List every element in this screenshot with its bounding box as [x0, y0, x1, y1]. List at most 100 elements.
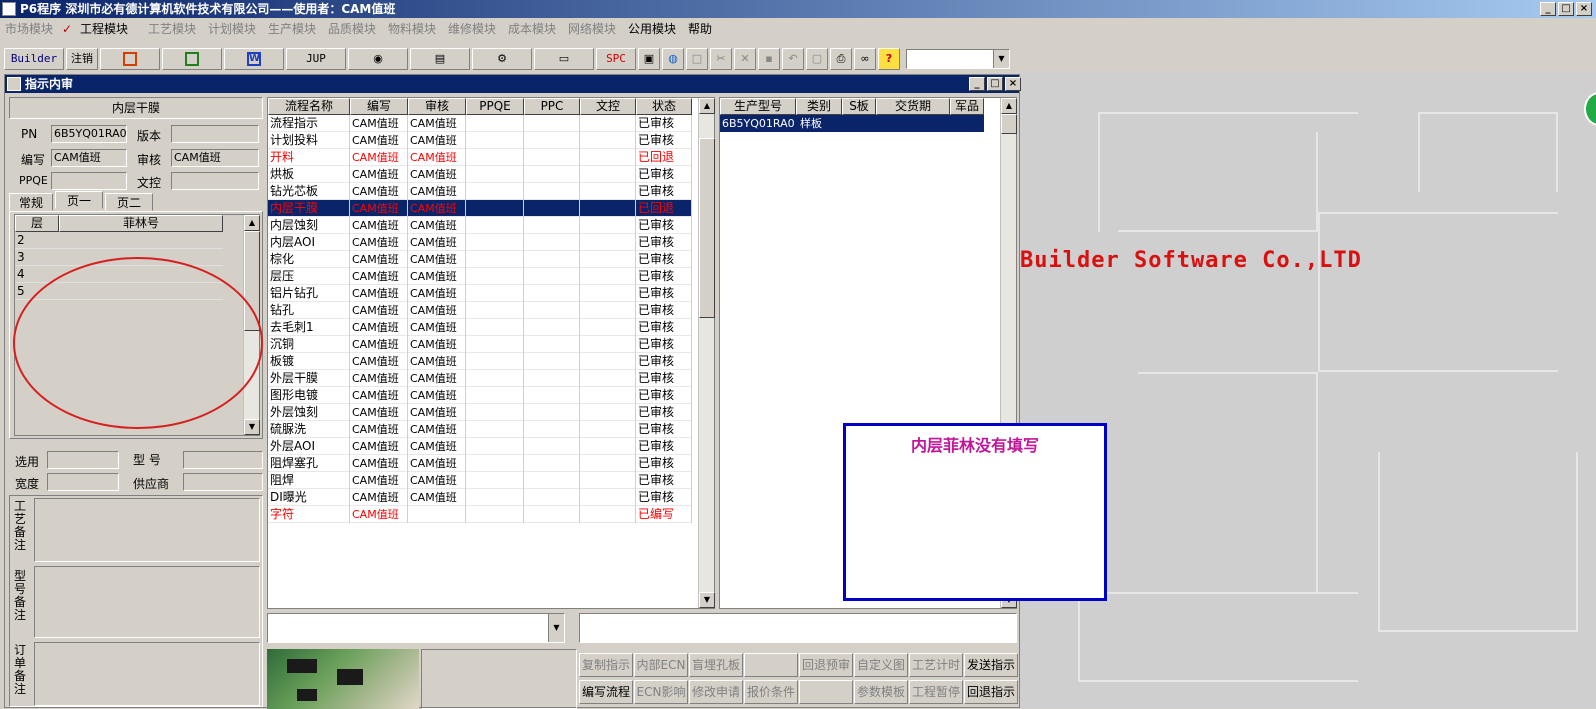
menu-item-plan[interactable]: 计划模块	[208, 18, 256, 40]
cube-button[interactable]: ▣	[638, 48, 660, 70]
flow-row[interactable]: 计划投料 CAM值班 CAM值班 已审核	[268, 132, 692, 149]
remark-input[interactable]	[579, 613, 1017, 643]
editor-field[interactable]: CAM值班	[51, 149, 127, 167]
film-number-header[interactable]: 菲林号	[59, 215, 223, 232]
excel-button[interactable]	[162, 48, 222, 70]
editor-header[interactable]: 编写	[350, 98, 408, 115]
flow-row[interactable]: 沉铜 CAM值班 CAM值班 已审核	[268, 336, 692, 353]
reviewer-field[interactable]: CAM值班	[171, 149, 259, 167]
flow-row[interactable]: 内层AOI CAM值班 CAM值班 已审核	[268, 234, 692, 251]
remark-dropdown[interactable]: ▼	[267, 613, 565, 643]
new-button[interactable]: □	[686, 48, 708, 70]
ppqe-header[interactable]: PPQE	[466, 98, 524, 115]
tools-button[interactable]: ⚙	[472, 48, 532, 70]
flow-row[interactable]: 钻孔 CAM值班 CAM值班 已审核	[268, 302, 692, 319]
scroll-thumb[interactable]	[1001, 114, 1017, 134]
order-note-field[interactable]	[34, 642, 260, 706]
function-button[interactable]: 工艺计时	[909, 653, 963, 677]
doc-control-header[interactable]: 文控	[580, 98, 636, 115]
powerpoint-button[interactable]	[100, 48, 160, 70]
function-button[interactable]: 复制指示	[579, 653, 633, 677]
function-button[interactable]: 内部ECN	[634, 653, 688, 677]
help-button[interactable]: ?	[878, 48, 900, 70]
flow-row[interactable]: 字符 CAM值班 已编写	[268, 506, 692, 523]
menu-item-help[interactable]: 帮助	[688, 18, 712, 40]
flow-row[interactable]: 板镀 CAM值班 CAM值班 已审核	[268, 353, 692, 370]
menu-item-material[interactable]: 物料模块	[388, 18, 436, 40]
tab-page-one[interactable]: 页一	[55, 191, 103, 209]
flow-row[interactable]: 开料 CAM值班 CAM值班 已回退	[268, 149, 692, 166]
menu-item-maintenance[interactable]: 维修模块	[448, 18, 496, 40]
database-button[interactable]: ▤	[410, 48, 470, 70]
scroll-up-button[interactable]: ▲	[1001, 98, 1017, 114]
function-button[interactable]: 自定义图	[854, 653, 908, 677]
internet-button[interactable]: ◍	[662, 48, 684, 70]
pn-field[interactable]: 6B5YQ01RA0	[51, 125, 127, 143]
menu-item-production[interactable]: 生产模块	[268, 18, 316, 40]
reviewer-header[interactable]: 审核	[408, 98, 466, 115]
minimize-button[interactable]: _	[1540, 2, 1556, 16]
chevron-down-icon[interactable]: ▼	[548, 614, 564, 642]
tab-general[interactable]: 常规	[9, 193, 53, 211]
flow-row[interactable]: 外层蚀刻 CAM值班 CAM值班 已审核	[268, 404, 692, 421]
function-button[interactable]: 参数模板	[854, 680, 908, 704]
flow-row[interactable]: 棕化 CAM值班 CAM值班 已审核	[268, 251, 692, 268]
due-date-header[interactable]: 交货期	[876, 98, 950, 115]
scroll-up-button[interactable]: ▲	[244, 215, 260, 231]
model-row[interactable]: 6B5YQ01RA0 样板	[720, 115, 984, 132]
menu-item-quality[interactable]: 品质模块	[328, 18, 376, 40]
width-field[interactable]	[47, 473, 119, 491]
flow-row[interactable]: 外层AOI CAM值班 CAM值班 已审核	[268, 438, 692, 455]
doc-control-field[interactable]	[171, 172, 259, 190]
flow-grid-scrollbar[interactable]: ▲ ▼	[698, 98, 715, 608]
menu-item-common[interactable]: 公用模块	[628, 18, 676, 40]
child-minimize-button[interactable]: _	[969, 77, 985, 91]
function-button[interactable]	[799, 680, 853, 704]
flow-row[interactable]: 外层干膜 CAM值班 CAM值班 已审核	[268, 370, 692, 387]
function-button[interactable]: 回退指示	[964, 680, 1018, 704]
chevron-down-icon[interactable]: ▼	[993, 50, 1009, 68]
version-field[interactable]	[171, 125, 259, 143]
save-button[interactable]: ▪	[758, 48, 780, 70]
view-button[interactable]: ◉	[348, 48, 408, 70]
function-button[interactable]: 修改申请	[689, 680, 743, 704]
model-field[interactable]	[183, 451, 263, 469]
jup-button[interactable]: JUP	[286, 48, 346, 70]
function-button[interactable]: 盲埋孔板	[689, 653, 743, 677]
toolbar-dropdown[interactable]: ▼	[906, 49, 1010, 69]
undo-button[interactable]: ↶	[782, 48, 804, 70]
spc-button[interactable]: SPC	[596, 48, 636, 70]
flow-row[interactable]: 阻焊 CAM值班 CAM值班 已审核	[268, 472, 692, 489]
s-board-header[interactable]: S板	[842, 98, 876, 115]
print-button[interactable]: ⎙	[830, 48, 852, 70]
layer-header[interactable]: 层	[15, 215, 59, 232]
model-header[interactable]: 生产型号	[720, 98, 796, 115]
logout-button[interactable]: 注销	[66, 48, 98, 70]
function-button[interactable]: ECN影响	[634, 680, 688, 704]
close-button[interactable]: ×	[1576, 2, 1592, 16]
delete-button[interactable]: ✕	[734, 48, 756, 70]
function-button[interactable]: 发送指示	[964, 653, 1018, 677]
scroll-thumb[interactable]	[699, 138, 715, 318]
flow-row[interactable]: 去毛刺1 CAM值班 CAM值班 已审核	[268, 319, 692, 336]
child-maximize-button[interactable]: □	[987, 77, 1003, 91]
select-field[interactable]	[47, 451, 119, 469]
find-button[interactable]: ∞	[854, 48, 876, 70]
function-button[interactable]	[744, 653, 798, 677]
flow-row[interactable]: 阻焊塞孔 CAM值班 CAM值班 已审核	[268, 455, 692, 472]
menu-item-network[interactable]: 网络模块	[568, 18, 616, 40]
cut-button[interactable]: ✂	[710, 48, 732, 70]
function-button[interactable]: 回退预审	[799, 653, 853, 677]
computer-button[interactable]: ▭	[534, 48, 594, 70]
function-button[interactable]: 编写流程	[579, 680, 633, 704]
flow-row[interactable]: 图形电镀 CAM值班 CAM值班 已审核	[268, 387, 692, 404]
flow-row[interactable]: 烘板 CAM值班 CAM值班 已审核	[268, 166, 692, 183]
flow-row[interactable]: 内层干膜 CAM值班 CAM值班 已回退	[268, 200, 692, 217]
scroll-up-button[interactable]: ▲	[699, 98, 715, 114]
menu-item-process[interactable]: 工艺模块	[148, 18, 196, 40]
menu-item-cost[interactable]: 成本模块	[508, 18, 556, 40]
ppqe-field[interactable]	[51, 172, 127, 190]
scroll-down-button[interactable]: ▼	[244, 419, 260, 435]
maximize-button[interactable]: □	[1558, 2, 1574, 16]
function-button[interactable]: 报价条件	[744, 680, 798, 704]
